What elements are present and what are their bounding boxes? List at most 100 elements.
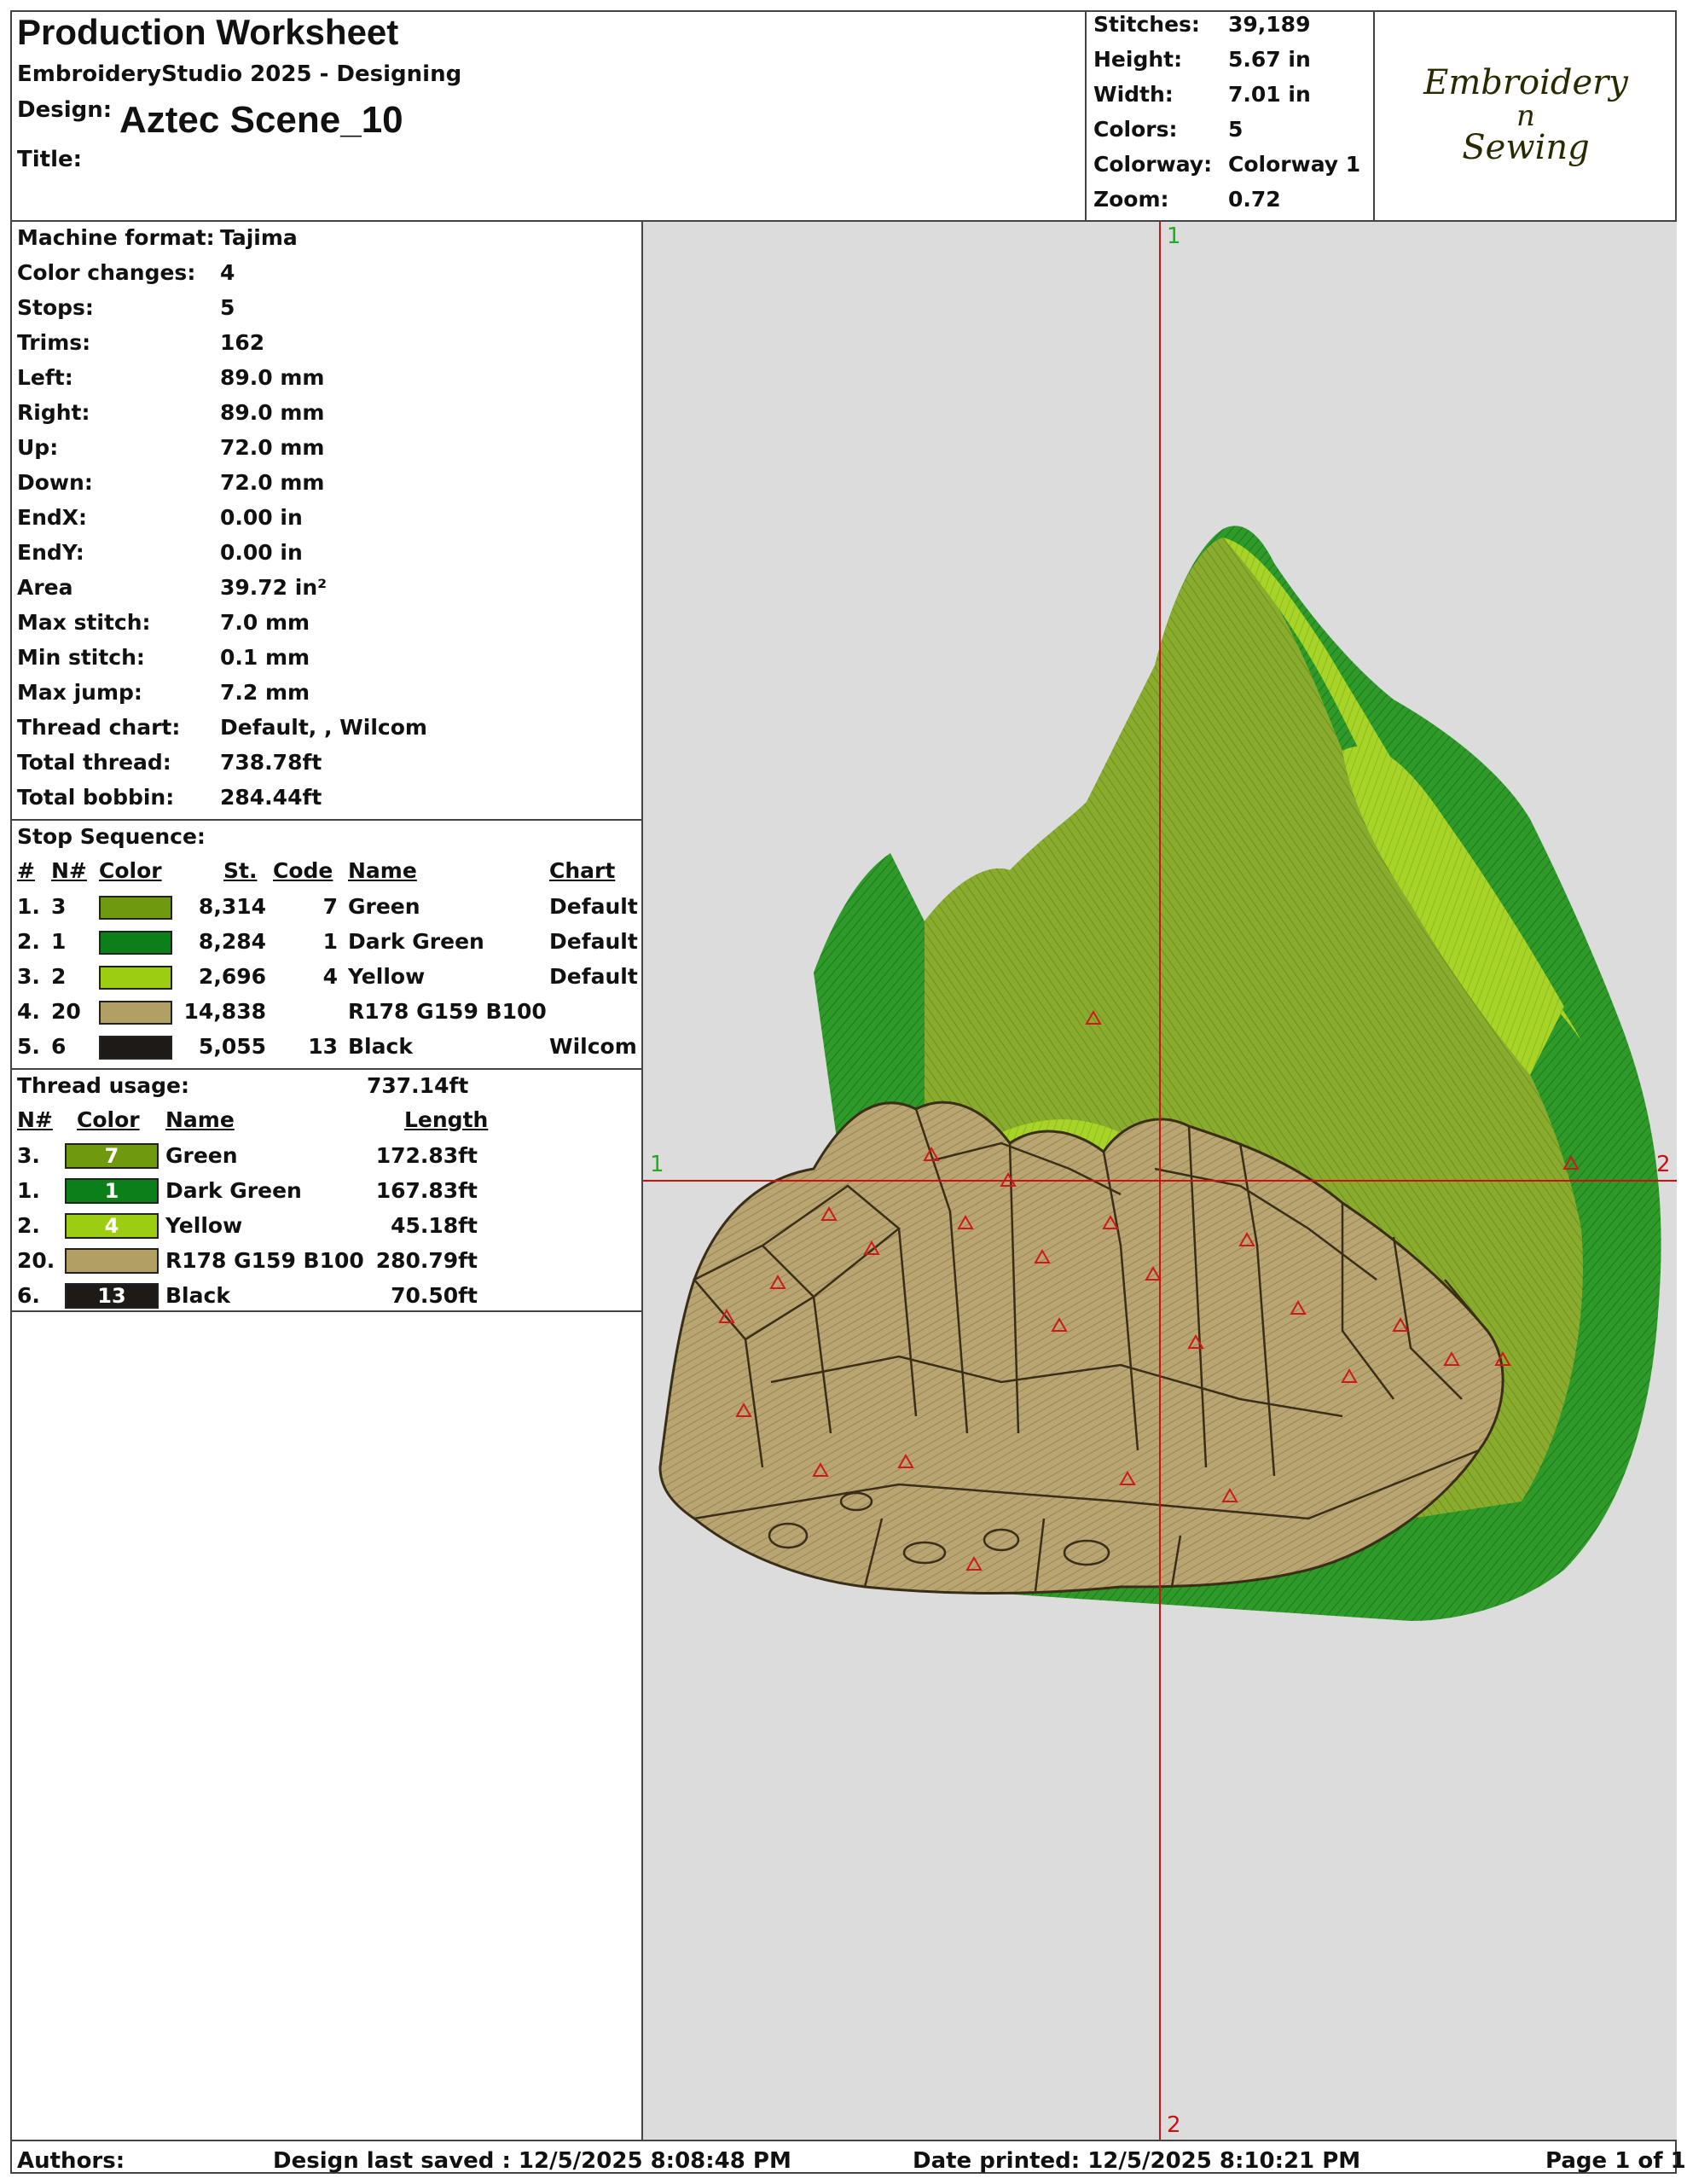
stop-thread-code: 4 bbox=[322, 964, 338, 989]
stop-needle: 1 bbox=[51, 929, 67, 954]
usage-color-name: Black bbox=[165, 1283, 230, 1308]
divider bbox=[10, 1310, 641, 1312]
usage-color-swatch bbox=[65, 1248, 159, 1274]
info-trims: Trims: 162 bbox=[17, 330, 265, 355]
stop-thread-code: 7 bbox=[322, 894, 338, 919]
info-down: Down: 72.0 mm bbox=[17, 470, 325, 495]
info-total-thread: Total thread: 738.78ft bbox=[17, 750, 322, 775]
stat-zoom: Zoom: 0.72 bbox=[1093, 187, 1281, 212]
col-header-length: Length bbox=[404, 1107, 489, 1132]
info-min-stitch: Min stitch: 0.1 mm bbox=[17, 645, 310, 670]
axis-label-right: 2 bbox=[1656, 1152, 1671, 1177]
usage-color-name: Green bbox=[165, 1143, 238, 1168]
stop-color-name: Yellow bbox=[348, 964, 426, 989]
stat-colors: Colors: 5 bbox=[1093, 117, 1244, 142]
usage-length: 172.83ft bbox=[375, 1143, 478, 1168]
usage-length: 280.79ft bbox=[375, 1248, 478, 1273]
stop-color-name: Green bbox=[348, 894, 420, 919]
date-printed: Date printed: 12/5/2025 8:10:21 PM bbox=[913, 2148, 1361, 2174]
axis-label-bottom: 2 bbox=[1167, 2112, 1181, 2138]
authors-label: Authors: bbox=[17, 2148, 125, 2174]
stop-stitch-count: 5,055 bbox=[198, 1034, 266, 1059]
last-saved: Design last saved : 12/5/2025 8:08:48 PM bbox=[273, 2148, 791, 2174]
stat-width: Width: 7.01 in bbox=[1093, 82, 1311, 107]
header-title-block: Production Worksheet EmbroideryStudio 20… bbox=[10, 10, 1087, 220]
usage-length: 45.18ft bbox=[391, 1213, 478, 1238]
stop-chart: Default bbox=[549, 964, 638, 989]
info-thread-chart: Thread chart: Default, , Wilcom bbox=[17, 715, 427, 740]
col-header-name: Name bbox=[165, 1107, 235, 1132]
stop-chart: Wilcom bbox=[549, 1034, 637, 1059]
axis-label-top: 1 bbox=[1167, 224, 1181, 249]
stop-index: 4. bbox=[17, 999, 40, 1024]
info-area: Area 39.72 in² bbox=[17, 575, 328, 600]
stat-colorway: Colorway: Colorway 1 bbox=[1093, 152, 1361, 177]
thread-usage-total: 737.14ft bbox=[367, 1073, 469, 1098]
col-header-stitches: St. bbox=[223, 858, 258, 883]
stat-height: Height: 5.67 in bbox=[1093, 47, 1311, 72]
usage-color-name: Yellow bbox=[165, 1213, 243, 1238]
usage-needle: 6. bbox=[17, 1283, 40, 1308]
col-header-code: Code bbox=[273, 858, 333, 883]
usage-length: 167.83ft bbox=[375, 1178, 478, 1203]
usage-needle: 20. bbox=[17, 1248, 55, 1273]
design-preview-canvas bbox=[643, 222, 1677, 2140]
usage-color-name: Dark Green bbox=[165, 1178, 302, 1203]
stop-color-name: R178 G159 B100 bbox=[348, 999, 547, 1024]
info-total-bobbin: Total bobbin: 284.44ft bbox=[17, 785, 322, 810]
divider bbox=[10, 819, 641, 821]
usage-length: 70.50ft bbox=[391, 1283, 478, 1308]
thread-usage-title: Thread usage: bbox=[17, 1073, 190, 1098]
stop-thread-code: 1 bbox=[322, 929, 338, 954]
design-info-panel: Machine format: Tajima Color changes: 4 St… bbox=[10, 222, 643, 2140]
col-header-name: Name bbox=[348, 858, 417, 883]
stop-stitch-count: 8,314 bbox=[198, 894, 266, 919]
stop-chart: Default bbox=[549, 929, 638, 954]
col-header-color: Color bbox=[99, 858, 162, 883]
divider bbox=[10, 1068, 641, 1070]
col-header-needle: N# bbox=[51, 858, 87, 883]
stop-stitch-count: 2,696 bbox=[198, 964, 266, 989]
stop-needle: 20 bbox=[51, 999, 81, 1024]
brand-logo: Embroidery n Sewing bbox=[1423, 63, 1628, 167]
stop-chart: Default bbox=[549, 894, 638, 919]
stop-stitch-count: 8,284 bbox=[198, 929, 266, 954]
col-header-color: Color bbox=[77, 1107, 140, 1132]
stop-index: 3. bbox=[17, 964, 40, 989]
info-color-changes: Color changes: 4 bbox=[17, 260, 235, 285]
axis-label-left: 1 bbox=[650, 1152, 664, 1177]
usage-needle: 1. bbox=[17, 1178, 40, 1203]
info-endy: EndY: 0.00 in bbox=[17, 540, 303, 565]
info-up: Up: 72.0 mm bbox=[17, 435, 325, 460]
stop-sequence-title: Stop Sequence: bbox=[17, 824, 206, 849]
stop-needle: 3 bbox=[51, 894, 67, 919]
stop-index: 5. bbox=[17, 1034, 40, 1059]
page-number: Page 1 of 1 bbox=[1545, 2148, 1686, 2174]
stop-color-name: Dark Green bbox=[348, 929, 484, 954]
info-machine-format: Machine format: Tajima bbox=[17, 225, 298, 250]
usage-color-swatch: 4 bbox=[65, 1213, 159, 1239]
info-left: Left: 89.0 mm bbox=[17, 365, 325, 390]
usage-needle: 2. bbox=[17, 1213, 40, 1238]
stop-stitch-count: 14,838 bbox=[183, 999, 266, 1024]
stop-thread-code: 13 bbox=[308, 1034, 338, 1059]
usage-color-swatch: 1 bbox=[65, 1178, 159, 1204]
col-header-chart: Chart bbox=[549, 858, 616, 883]
worksheet-footer: Authors: Design last saved : 12/5/2025 8… bbox=[10, 2140, 1686, 2182]
design-stats: Stitches: 39,189 Height: 5.67 in Width: 7.0… bbox=[1087, 10, 1375, 220]
page-title: Production Worksheet bbox=[17, 12, 399, 52]
stat-stitches: Stitches: 39,189 bbox=[1093, 12, 1311, 37]
usage-color-name: R178 G159 B100 bbox=[165, 1248, 364, 1273]
usage-color-swatch: 13 bbox=[65, 1283, 159, 1309]
stop-color-name: Black bbox=[348, 1034, 413, 1059]
info-endx: EndX: 0.00 in bbox=[17, 505, 303, 530]
info-max-jump: Max jump: 7.2 mm bbox=[17, 680, 310, 705]
usage-needle: 3. bbox=[17, 1143, 40, 1168]
stop-needle: 2 bbox=[51, 964, 67, 989]
worksheet-header: Production Worksheet EmbroideryStudio 20… bbox=[10, 10, 1677, 222]
stop-needle: 6 bbox=[51, 1034, 67, 1059]
col-header-index: # bbox=[17, 858, 35, 883]
col-header-needle: N# bbox=[17, 1107, 53, 1132]
stop-index: 2. bbox=[17, 929, 40, 954]
usage-color-swatch: 7 bbox=[65, 1143, 159, 1169]
